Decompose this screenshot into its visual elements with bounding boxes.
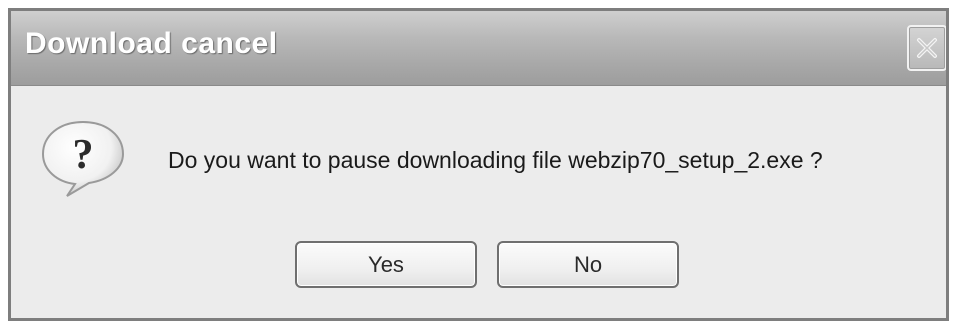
dialog-message: Do you want to pause downloading file we… [168,147,823,173]
no-button[interactable]: No [497,241,679,288]
yes-button[interactable]: Yes [295,241,477,288]
close-button[interactable] [907,25,946,71]
svg-text:?: ? [73,132,94,178]
close-icon [917,38,937,58]
dialog-body: ? Do you want to pause downloading file … [11,86,946,318]
dialog-window: Download cancel ? Do you want to pause d… [8,8,949,321]
dialog-title: Download cancel [25,27,278,60]
title-bar[interactable]: Download cancel [11,11,946,86]
question-icon: ? [41,120,125,197]
